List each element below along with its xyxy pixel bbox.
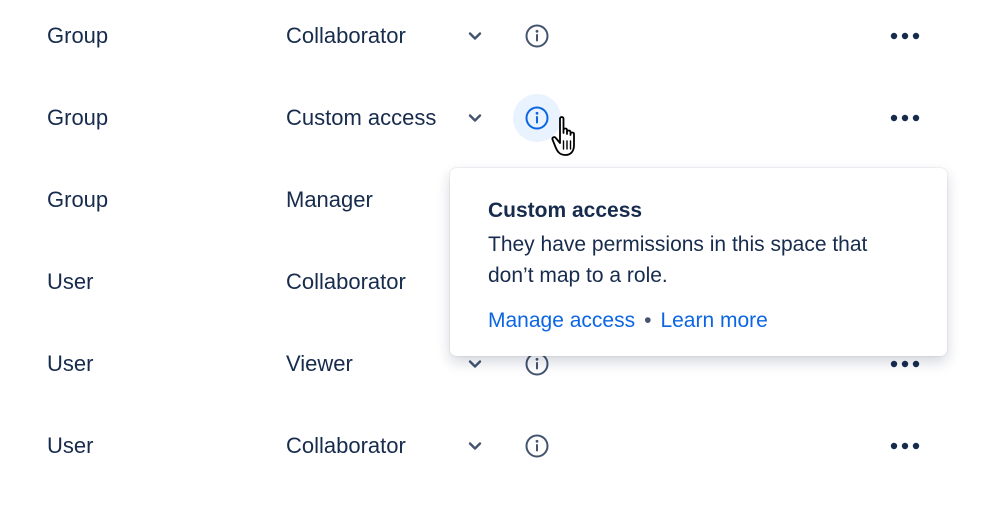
info-icon <box>525 434 549 458</box>
more-actions-button[interactable] <box>886 108 924 128</box>
access-list: Group Collaborator Group Custom access G… <box>0 0 999 508</box>
principal-type: Group <box>47 23 109 48</box>
popover-links: Manage access • Learn more <box>488 308 909 333</box>
more-horizontal-icon <box>890 442 920 450</box>
custom-access-popover: Custom access They have permissions in t… <box>450 168 947 356</box>
table-row: Group Collaborator <box>0 0 999 77</box>
info-button[interactable] <box>513 12 561 60</box>
learn-more-link[interactable]: Learn more <box>660 309 767 332</box>
more-horizontal-icon <box>890 114 920 122</box>
principal-type: Group <box>47 187 109 212</box>
info-icon <box>525 106 549 130</box>
popover-description: They have permissions in this space that… <box>488 233 868 288</box>
table-row: Group Custom access <box>0 77 999 159</box>
table-row: User Collaborator <box>0 405 999 487</box>
manage-access-link[interactable]: Manage access <box>488 309 635 332</box>
info-button[interactable] <box>513 94 561 142</box>
more-horizontal-icon <box>890 360 920 368</box>
role-select-label[interactable]: Collaborator <box>286 271 406 293</box>
principal-type: User <box>47 433 94 458</box>
role-select-label[interactable]: Viewer <box>286 353 353 375</box>
chevron-down-icon[interactable] <box>465 26 485 46</box>
link-separator: • <box>644 309 652 333</box>
info-icon <box>525 24 549 48</box>
more-actions-button[interactable] <box>886 436 924 456</box>
principal-type: Group <box>47 105 109 130</box>
chevron-down-icon[interactable] <box>465 354 485 374</box>
more-horizontal-icon <box>890 32 920 40</box>
principal-type: User <box>47 351 94 376</box>
info-button[interactable] <box>513 422 561 470</box>
chevron-down-icon[interactable] <box>465 108 485 128</box>
principal-type: User <box>47 269 94 294</box>
more-actions-button[interactable] <box>886 26 924 46</box>
popover-title: Custom access <box>488 199 643 222</box>
more-actions-button[interactable] <box>886 354 924 374</box>
chevron-down-icon[interactable] <box>465 436 485 456</box>
role-select-label[interactable]: Collaborator <box>286 25 406 47</box>
role-select-label[interactable]: Collaborator <box>286 435 406 457</box>
role-select-label[interactable]: Custom access <box>286 107 436 129</box>
role-select-label[interactable]: Manager <box>286 189 373 211</box>
